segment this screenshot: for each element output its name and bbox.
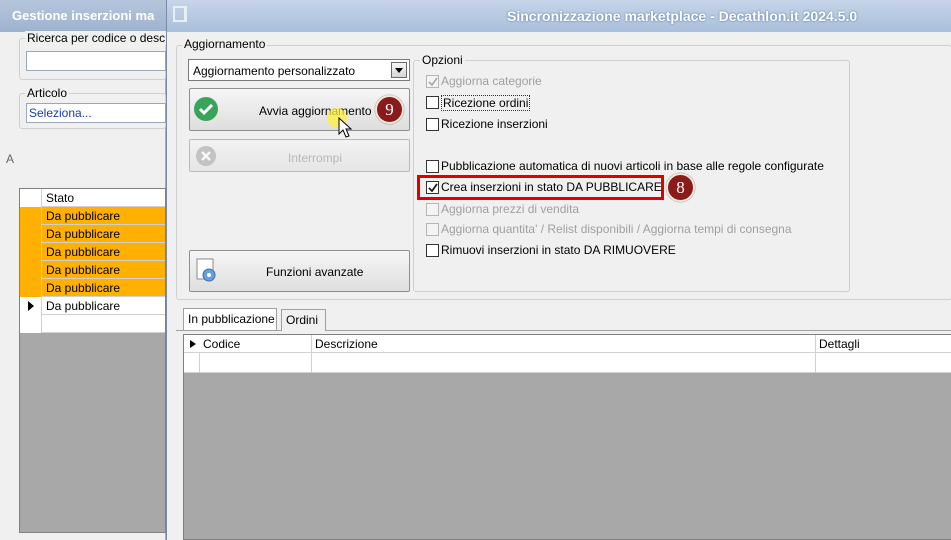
grid-row-indicator (20, 315, 42, 333)
grid-row-indicator (20, 207, 42, 225)
dropdown-arrow-button[interactable] (391, 62, 407, 78)
rimuovi-inserzioni-label: Rimuovi inserzioni in stato DA RIMUOVERE (441, 243, 676, 257)
update-mode-dropdown[interactable]: Aggiornamento personalizzato (188, 59, 410, 81)
mouse-pointer-icon (338, 117, 353, 138)
ricezione-inserzioni-label: Ricezione inserzioni (441, 117, 548, 131)
row-status: Da pubblicare (46, 209, 121, 223)
column-divider (311, 353, 312, 373)
grid-header-row: Codice Descrizione Dettagli (184, 335, 951, 373)
update-mode-value: Aggiornamento personalizzato (193, 64, 356, 78)
row-pointer-icon (28, 301, 34, 311)
pubblicazione-automatica-checkbox[interactable] (426, 160, 439, 173)
aggiorna-quantita-checkbox[interactable] (426, 223, 439, 236)
tab-in-pubblicazione-label: In pubblicazione (188, 312, 275, 326)
column-header-codice[interactable]: Codice (203, 337, 240, 351)
grid-row-indicator (20, 225, 42, 243)
tab-in-pubblicazione[interactable]: In pubblicazione (183, 308, 277, 330)
stop-label: Interrompi (288, 151, 343, 165)
background-window-title: Gestione inserzioni ma (0, 0, 166, 32)
step-badge-start: 9 (375, 95, 404, 124)
table-row[interactable]: Da pubblicare (20, 225, 165, 243)
grid-row-indicator (20, 243, 42, 261)
step-badge-option: 8 (666, 173, 695, 202)
row-status: Da pubblicare (46, 245, 121, 259)
checkmark-icon (428, 77, 438, 87)
rimuovi-inserzioni-checkbox[interactable] (426, 244, 439, 257)
publication-grid: Codice Descrizione Dettagli (183, 334, 951, 540)
column-header-descrizione[interactable]: Descrizione (315, 337, 378, 351)
opzioni-label: Opzioni (420, 53, 465, 67)
side-glyph: A (6, 152, 15, 166)
table-row[interactable]: Da pubblicare (20, 243, 165, 261)
crea-inserzioni-checkbox[interactable] (426, 181, 439, 194)
aggiorna-categorie-label: Aggiorna categorie (441, 74, 542, 88)
table-row[interactable]: Da pubblicare (20, 207, 165, 225)
table-row[interactable]: Da pubblicare (20, 279, 165, 297)
background-window: Gestione inserzioni ma Ricerca per codic… (0, 0, 168, 540)
sync-window: Sincronizzazione marketplace - Decathlon… (166, 0, 951, 540)
checkmark-circle-icon (194, 97, 218, 121)
row-status: Da pubblicare (46, 299, 121, 313)
title-bar: Sincronizzazione marketplace - Decathlon… (167, 0, 951, 32)
grid-header-stato[interactable]: Stato (46, 191, 74, 205)
search-label: Ricerca per codice o desc (25, 31, 168, 45)
grid-row-indicator (20, 297, 42, 315)
article-select[interactable]: Seleziona... (26, 103, 166, 123)
tab-ordini-label: Ordini (286, 313, 319, 327)
search-input[interactable] (26, 51, 166, 71)
cancel-circle-icon (196, 146, 216, 166)
grid-row-indicator (20, 279, 42, 297)
aggiorna-categorie-checkbox[interactable] (426, 75, 439, 88)
ricezione-ordini-checkbox[interactable] (426, 96, 439, 109)
row-status: Da pubblicare (46, 227, 121, 241)
aggiorna-prezzi-checkbox[interactable] (426, 203, 439, 216)
column-divider (815, 353, 816, 373)
pubblicazione-automatica-label: Pubblicazione automatica di nuovi artico… (441, 159, 824, 173)
stop-button[interactable]: Interrompi (189, 139, 410, 172)
grid-row-indicator (20, 261, 42, 279)
status-grid: Stato Da pubblicare Da pubblicare Da pub… (19, 188, 166, 533)
tab-ordini[interactable]: Ordini (281, 309, 326, 331)
checkmark-icon (428, 183, 438, 193)
advanced-functions-label: Funzioni avanzate (266, 265, 364, 279)
chevron-down-icon (395, 68, 403, 73)
aggiorna-prezzi-label: Aggiorna prezzi di vendita (441, 202, 580, 216)
table-row[interactable]: Da pubblicare (20, 261, 165, 279)
grid-row-indicator (20, 189, 42, 207)
row-status: Da pubblicare (46, 281, 121, 295)
window-icon[interactable] (173, 6, 187, 22)
article-label: Articolo (25, 86, 70, 100)
column-header-dettagli[interactable]: Dettagli (819, 337, 860, 351)
window-title: Sincronizzazione marketplace - Decathlon… (507, 8, 858, 24)
ricezione-inserzioni-checkbox[interactable] (426, 118, 439, 131)
table-row-empty[interactable] (20, 315, 165, 333)
start-update-label: Avvia aggiornamento (259, 104, 372, 118)
row-pointer-icon (190, 340, 196, 348)
aggiornamento-label: Aggiornamento (182, 37, 268, 51)
table-row-empty[interactable] (184, 353, 951, 373)
settings-document-icon (196, 258, 216, 282)
table-row-selected[interactable]: Da pubblicare (20, 297, 165, 315)
crea-inserzioni-label: Crea inserzioni in stato DA PUBBLICARE (441, 180, 662, 194)
ricezione-ordini-label: Ricezione ordini (441, 95, 531, 111)
grid-header-row: Stato (20, 189, 165, 207)
row-status: Da pubblicare (46, 263, 121, 277)
article-value: Seleziona... (29, 106, 92, 120)
advanced-functions-button[interactable]: Funzioni avanzate (189, 250, 410, 292)
aggiorna-quantita-label: Aggiorna quantita' / Relist disponibili … (441, 222, 792, 236)
column-divider (199, 353, 200, 373)
